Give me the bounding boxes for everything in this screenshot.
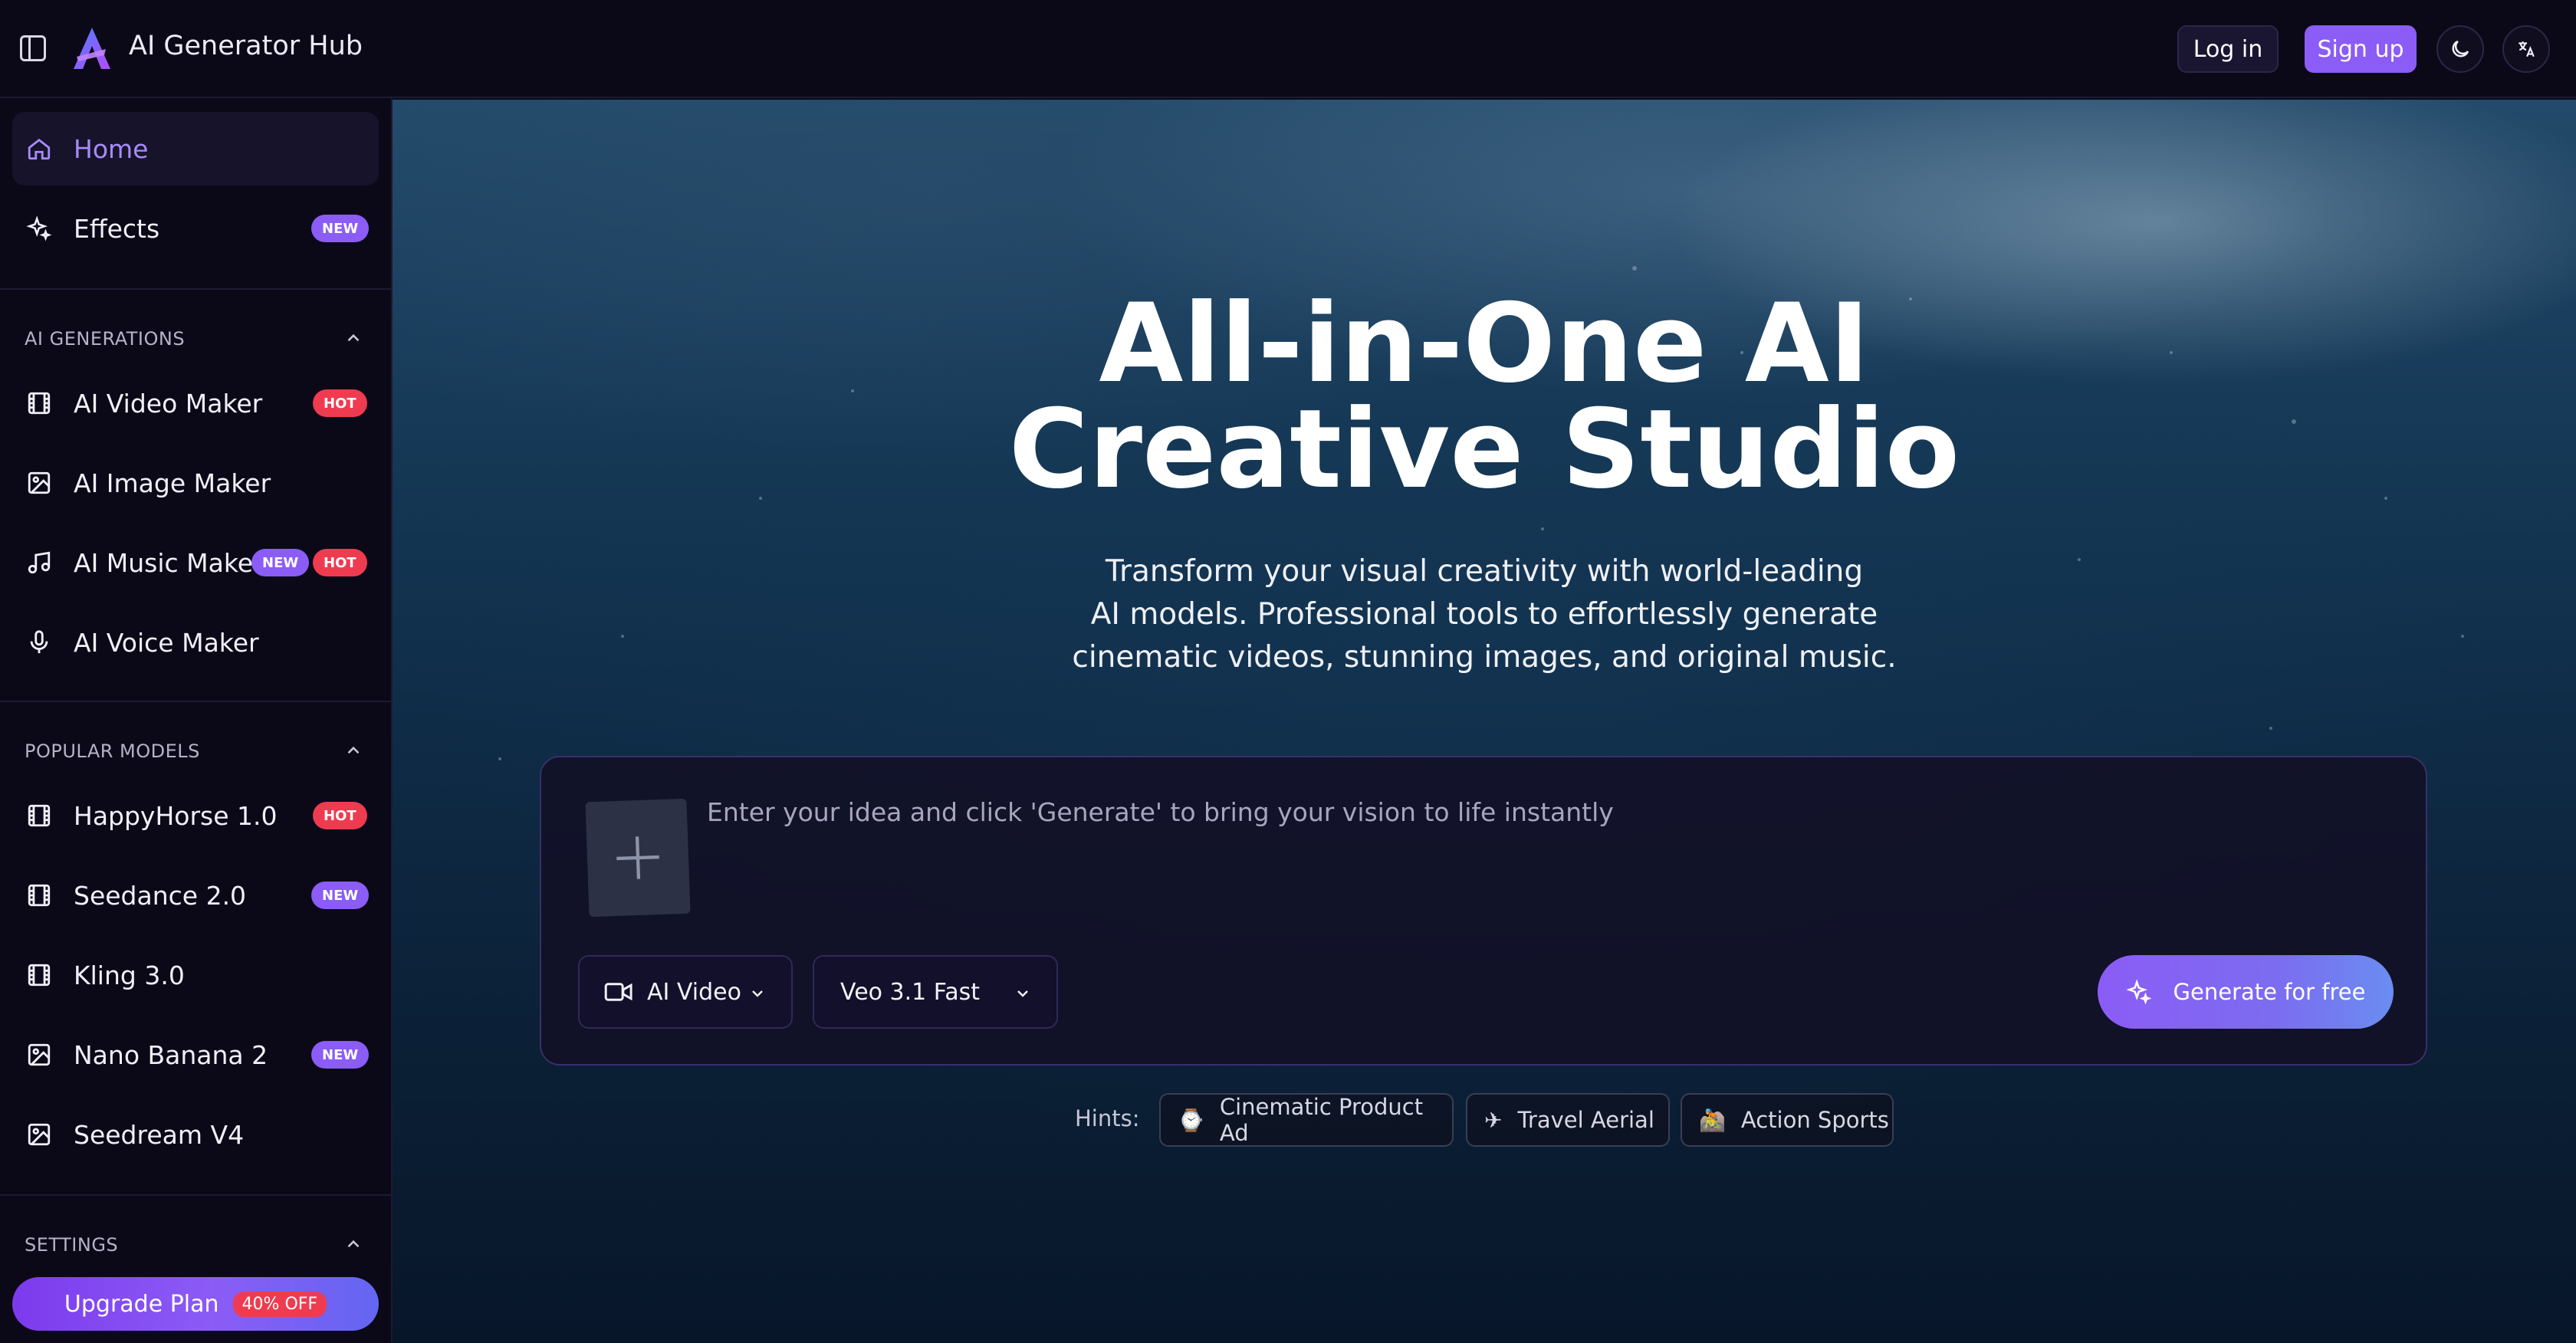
image-icon	[28, 1123, 51, 1146]
sidebar-divider	[0, 1194, 391, 1196]
home-icon	[28, 138, 51, 160]
sidebar-item-ai-image-maker[interactable]: AI Image Maker	[12, 446, 379, 520]
image-icon	[28, 471, 51, 494]
airplane-icon: ✈	[1484, 1107, 1503, 1133]
sidebar: Home Effects NEW AI GENERATIONS AI Video…	[0, 98, 393, 1343]
hot-badge: HOT	[313, 389, 367, 417]
generation-type-value: AI Video	[647, 978, 741, 1006]
sidebar-item-kling[interactable]: Kling 3.0	[12, 938, 379, 1012]
model-select-value: Veo 3.1 Fast	[840, 978, 981, 1006]
signup-button[interactable]: Sign up	[2305, 25, 2417, 73]
hint-chip[interactable]: 🚵 Action Sports	[1681, 1093, 1894, 1147]
sidebar-item-label: Seedream V4	[74, 1119, 245, 1150]
brand-name[interactable]: AI Generator Hub	[129, 31, 363, 61]
sidebar-item-seedream[interactable]: Seedream V4	[12, 1098, 379, 1171]
section-title-ai-generations: AI GENERATIONS	[25, 328, 186, 350]
hero-subtitle: Transform your visual creativity with wo…	[393, 550, 2576, 679]
new-badge: NEW	[311, 1041, 370, 1069]
sidebar-divider	[0, 701, 391, 702]
sidebar-item-label: HappyHorse 1.0	[74, 800, 278, 831]
film-icon	[28, 964, 51, 987]
sidebar-item-effects[interactable]: Effects NEW	[12, 192, 379, 265]
hint-label: Travel Aerial	[1517, 1107, 1654, 1133]
image-upload-button[interactable]	[585, 798, 691, 918]
language-button[interactable]	[2502, 25, 2550, 73]
sidebar-toggle-icon[interactable]	[20, 35, 46, 61]
watch-icon: ⌚	[1178, 1107, 1204, 1133]
sidebar-item-seedance[interactable]: Seedance 2.0 NEW	[12, 859, 379, 932]
sidebar-item-ai-music-maker[interactable]: AI Music Maker NEW HOT	[12, 526, 379, 599]
upgrade-plan-button[interactable]: Upgrade Plan 40% OFF	[12, 1277, 379, 1331]
chevron-up-icon[interactable]	[343, 1234, 363, 1254]
chevron-up-icon[interactable]	[343, 328, 363, 348]
image-icon	[28, 1043, 51, 1066]
chevron-down-icon	[1017, 990, 1028, 997]
generate-button[interactable]: Generate for free	[2098, 955, 2394, 1029]
hero-section: All-in-One AI Creative Studio Transform …	[393, 100, 2576, 1343]
sidebar-item-label: Effects	[74, 213, 160, 244]
hero-title-line: All-in-One AI	[1099, 281, 1870, 407]
hot-badge: HOT	[313, 549, 367, 576]
generation-type-select[interactable]: AI Video	[578, 955, 793, 1029]
chevron-up-icon[interactable]	[343, 740, 363, 760]
film-icon	[28, 804, 51, 827]
discount-badge: 40% OFF	[232, 1291, 327, 1317]
sidebar-item-home[interactable]: Home	[12, 112, 379, 186]
film-icon	[28, 884, 51, 907]
new-badge: NEW	[311, 882, 370, 909]
top-bar: AI Generator Hub Log in Sign up	[0, 0, 2576, 98]
sidebar-item-nano-banana[interactable]: Nano Banana 2 NEW	[12, 1018, 379, 1092]
prompt-card: Enter your idea and click 'Generate' to …	[540, 756, 2427, 1066]
sidebar-item-ai-video-maker[interactable]: AI Video Maker HOT	[12, 366, 379, 440]
sidebar-item-label: AI Voice Maker	[74, 627, 259, 658]
hints-label: Hints:	[1075, 1105, 1140, 1131]
prompt-input[interactable]: Enter your idea and click 'Generate' to …	[707, 797, 1614, 827]
hint-label: Cinematic Product Ad	[1219, 1094, 1424, 1146]
moon-icon	[2452, 40, 2469, 57]
hints-row: Hints: ⌚ Cinematic Product Ad ✈ Travel A…	[393, 1093, 2576, 1147]
hero-subtitle-line: Transform your visual creativity with wo…	[1105, 554, 1864, 589]
login-button[interactable]: Log in	[2177, 25, 2279, 73]
brand-logo[interactable]	[69, 26, 113, 72]
model-select[interactable]: Veo 3.1 Fast	[813, 955, 1058, 1029]
sidebar-item-label: Nano Banana 2	[74, 1039, 268, 1070]
sparkle-icon	[2125, 979, 2152, 1005]
generate-label: Generate for free	[2173, 979, 2366, 1005]
hint-label: Action Sports	[1740, 1107, 1889, 1133]
new-badge: NEW	[251, 549, 310, 576]
sidebar-item-happyhorse[interactable]: HappyHorse 1.0 HOT	[12, 779, 379, 852]
hint-chip[interactable]: ✈ Travel Aerial	[1466, 1093, 1670, 1147]
hint-chip[interactable]: ⌚ Cinematic Product Ad	[1159, 1093, 1454, 1147]
mountain-bike-icon: 🚵	[1699, 1107, 1726, 1133]
music-icon	[28, 551, 51, 574]
sidebar-item-label: AI Video Maker	[74, 388, 263, 419]
section-title-settings: SETTINGS	[25, 1234, 119, 1256]
section-title-popular-models: POPULAR MODELS	[25, 740, 200, 762]
film-icon	[28, 392, 51, 415]
upgrade-plan-label: Upgrade Plan	[64, 1290, 219, 1318]
theme-toggle-button[interactable]	[2436, 25, 2484, 73]
sidebar-divider	[0, 288, 391, 290]
hero-subtitle-line: AI models. Professional tools to effortl…	[1090, 597, 1878, 632]
sidebar-item-label: AI Music Maker	[74, 547, 264, 578]
sidebar-item-ai-voice-maker[interactable]: AI Voice Maker	[12, 606, 379, 679]
mic-icon	[30, 630, 48, 654]
new-badge: NEW	[311, 215, 370, 242]
sidebar-item-label: AI Image Maker	[74, 468, 271, 498]
chevron-down-icon	[752, 990, 763, 997]
video-camera-icon	[604, 983, 632, 1001]
plus-icon	[616, 836, 659, 879]
sidebar-item-label: Home	[74, 133, 149, 164]
sparkle-icon	[26, 215, 52, 241]
hot-badge: HOT	[313, 802, 367, 829]
hero-subtitle-line: cinematic videos, stunning images, and o…	[1072, 640, 1897, 675]
sidebar-item-label: Kling 3.0	[74, 960, 185, 990]
hero-title: All-in-One AI Creative Studio	[393, 281, 2576, 513]
translate-icon	[2518, 41, 2535, 57]
hero-title-line: Creative Studio	[1008, 386, 1960, 513]
sidebar-item-label: Seedance 2.0	[74, 880, 247, 911]
